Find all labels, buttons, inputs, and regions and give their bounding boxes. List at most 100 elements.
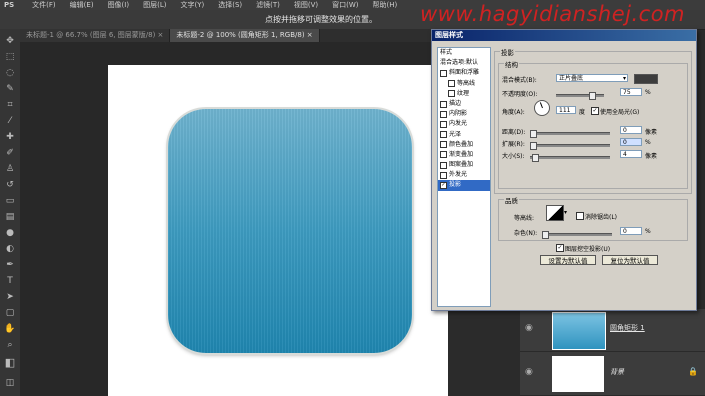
- style-list-item[interactable]: 外发光: [438, 170, 490, 180]
- layers-panel: ◉ 圆角矩形 1 ◉ 背景 🔒: [520, 309, 705, 396]
- spread-field[interactable]: 0: [620, 138, 642, 146]
- tab-document-1[interactable]: 未标题-1 @ 66.7% (图层 6, 图层蒙版/8) ×: [20, 29, 171, 42]
- menu-type[interactable]: 文字(Y): [180, 0, 204, 10]
- style-list-item[interactable]: 混合选项:默认: [438, 58, 490, 68]
- gradient-tool-icon[interactable]: ▤: [4, 211, 16, 223]
- tab-document-2[interactable]: 未标题-2 @ 100% (圆角矩形 1, RGB/8) ×: [170, 29, 320, 42]
- layer-row[interactable]: ◉ 圆角矩形 1: [520, 309, 705, 352]
- opacity-slider[interactable]: [556, 92, 604, 100]
- reset-default-button[interactable]: 复位为默认值: [602, 255, 658, 265]
- style-label: 等高线: [457, 79, 476, 87]
- set-default-button[interactable]: 设置为默认值: [540, 255, 596, 265]
- style-list-item[interactable]: 光泽: [438, 130, 490, 140]
- style-checkbox[interactable]: [440, 151, 447, 159]
- distance-field[interactable]: 0: [620, 126, 642, 134]
- zoom-tool-icon[interactable]: ⌕: [4, 339, 16, 351]
- menu-select[interactable]: 选择(S): [218, 0, 242, 10]
- style-checkbox[interactable]: [448, 80, 455, 88]
- canvas-area[interactable]: [20, 42, 448, 396]
- style-checkbox[interactable]: [440, 69, 447, 77]
- style-checkbox[interactable]: [440, 131, 447, 139]
- style-checkbox[interactable]: [440, 100, 447, 108]
- opacity-slider-knob[interactable]: [589, 92, 596, 100]
- style-checkbox[interactable]: [440, 171, 447, 179]
- angle-field[interactable]: 111: [556, 106, 576, 114]
- eraser-tool-icon[interactable]: ▭: [4, 195, 16, 207]
- visibility-eye-icon[interactable]: ◉: [525, 323, 539, 335]
- style-checkbox[interactable]: ✓: [440, 182, 447, 190]
- blend-mode-select[interactable]: 正片叠底 ▾: [556, 74, 628, 82]
- style-list-item[interactable]: 描边: [438, 99, 490, 109]
- style-list-item[interactable]: 渐变叠加: [438, 150, 490, 160]
- blur-tool-icon[interactable]: ●: [4, 227, 16, 239]
- quick-select-tool-icon[interactable]: ✎: [4, 83, 16, 95]
- rounded-rectangle-shape[interactable]: [168, 109, 412, 353]
- noise-slider[interactable]: [542, 231, 612, 239]
- opacity-field[interactable]: 75: [620, 88, 642, 96]
- brush-tool-icon[interactable]: ✐: [4, 147, 16, 159]
- crop-tool-icon[interactable]: ⌗: [4, 99, 16, 111]
- layer-name[interactable]: 圆角矩形 1: [610, 323, 645, 333]
- menu-filter[interactable]: 滤镜(T): [256, 0, 280, 10]
- menu-window[interactable]: 窗口(W): [332, 0, 358, 10]
- options-hint: 点按并拖移可调整效果的位置。: [265, 15, 377, 24]
- style-checkbox[interactable]: [440, 161, 447, 169]
- spread-slider[interactable]: [530, 142, 610, 150]
- contour-picker[interactable]: [546, 205, 564, 221]
- healing-tool-icon[interactable]: ✚: [4, 131, 16, 143]
- style-list-item[interactable]: 图案叠加: [438, 160, 490, 170]
- dodge-tool-icon[interactable]: ◐: [4, 243, 16, 255]
- visibility-eye-icon[interactable]: ◉: [525, 367, 539, 379]
- style-list-item[interactable]: 纹理: [438, 89, 490, 99]
- shape-tool-icon[interactable]: ▢: [4, 307, 16, 319]
- knockout-checkbox[interactable]: ✓: [556, 244, 564, 252]
- shadow-color-swatch[interactable]: [634, 74, 658, 84]
- style-list-item[interactable]: 样式: [438, 48, 490, 58]
- stamp-tool-icon[interactable]: ♙: [4, 163, 16, 175]
- global-light-checkbox[interactable]: ✓: [591, 107, 599, 115]
- move-tool-icon[interactable]: ✥: [4, 35, 16, 47]
- style-checkbox[interactable]: [440, 120, 447, 128]
- hand-tool-icon[interactable]: ✋: [4, 323, 16, 335]
- size-slider[interactable]: [530, 154, 610, 162]
- angle-dial[interactable]: [534, 100, 550, 116]
- quick-mask-icon[interactable]: ◫: [4, 377, 16, 389]
- color-swatch-icon[interactable]: ◧: [4, 357, 16, 369]
- type-tool-icon[interactable]: T: [4, 275, 16, 287]
- style-list-item[interactable]: 颜色叠加: [438, 140, 490, 150]
- style-checkbox[interactable]: [448, 90, 455, 98]
- menu-view[interactable]: 视图(V): [294, 0, 318, 10]
- style-label: 内阴影: [449, 110, 468, 118]
- lasso-tool-icon[interactable]: ◌: [4, 67, 16, 79]
- spread-slider-knob[interactable]: [530, 142, 537, 150]
- noise-field[interactable]: 0: [620, 227, 642, 235]
- antialias-checkbox[interactable]: [576, 212, 584, 220]
- style-list-item[interactable]: 内发光: [438, 119, 490, 129]
- distance-slider-knob[interactable]: [530, 130, 537, 138]
- style-list-item-drop-shadow[interactable]: ✓ 投影: [438, 180, 490, 191]
- style-list-item[interactable]: 斜面和浮雕: [438, 68, 490, 78]
- menu-help[interactable]: 帮助(H): [373, 0, 398, 10]
- size-field[interactable]: 4: [620, 150, 642, 158]
- menu-image[interactable]: 图像(I): [108, 0, 130, 10]
- style-list-item[interactable]: 等高线: [438, 79, 490, 89]
- style-list-item[interactable]: 内阴影: [438, 109, 490, 119]
- menu-file[interactable]: 文件(F): [32, 0, 56, 10]
- style-checkbox[interactable]: [440, 141, 447, 149]
- size-slider-knob[interactable]: [532, 154, 539, 162]
- history-brush-icon[interactable]: ↺: [4, 179, 16, 191]
- document-tabs: 未标题-1 @ 66.7% (图层 6, 图层蒙版/8) × 未标题-2 @ 1…: [20, 29, 445, 42]
- style-checkbox[interactable]: [440, 110, 447, 118]
- noise-slider-knob[interactable]: [542, 231, 549, 239]
- layer-name[interactable]: 背景: [610, 367, 624, 377]
- pen-tool-icon[interactable]: ✒: [4, 259, 16, 271]
- path-select-tool-icon[interactable]: ➤: [4, 291, 16, 303]
- marquee-tool-icon[interactable]: ⬚: [4, 51, 16, 63]
- distance-slider[interactable]: [530, 130, 610, 138]
- layer-row[interactable]: ◉ 背景 🔒: [520, 353, 705, 396]
- chevron-down-icon[interactable]: ▾: [564, 209, 567, 216]
- menu-edit[interactable]: 编辑(E): [70, 0, 94, 10]
- eyedropper-tool-icon[interactable]: ⁄: [4, 115, 16, 127]
- menu-layer[interactable]: 图层(L): [143, 0, 166, 10]
- document-canvas[interactable]: [108, 65, 448, 396]
